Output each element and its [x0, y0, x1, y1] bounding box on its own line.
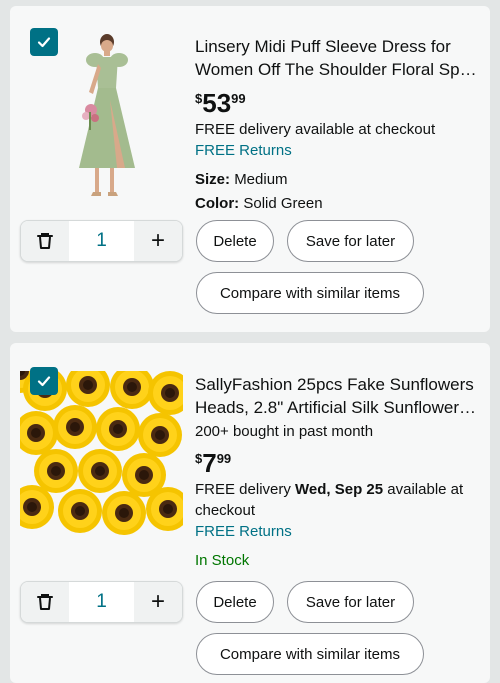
item-select-checkbox[interactable] — [30, 367, 58, 395]
trash-icon — [37, 233, 53, 249]
stock-status: In Stock — [195, 552, 250, 569]
color-label: Color: — [195, 195, 240, 212]
checkmark-icon — [37, 37, 51, 48]
plus-icon: + — [150, 588, 165, 615]
price-fraction: 99 — [231, 91, 246, 106]
plus-icon: + — [150, 227, 165, 254]
price-symbol: $ — [195, 91, 203, 106]
item-select-checkbox[interactable] — [30, 28, 58, 56]
quantity-stepper: 1 + — [20, 220, 183, 262]
price-whole: 53 — [202, 88, 232, 118]
size-label: Size: — [195, 171, 231, 188]
product-price: $ 53 99 — [195, 89, 480, 117]
delivery-info: FREE delivery Wed, Sep 25 available at c… — [195, 479, 480, 521]
delete-quantity-button[interactable] — [21, 221, 69, 261]
product-title[interactable]: Linsery Midi Puff Sleeve Dress for Women… — [195, 35, 480, 81]
delivery-info: FREE delivery available at checkout — [195, 121, 436, 138]
price-fraction: 99 — [216, 451, 232, 466]
increase-quantity-button[interactable]: + — [134, 582, 182, 622]
size-line: Size: Medium — [195, 169, 480, 190]
size-value: Medium — [234, 171, 288, 188]
quantity-value: 1 — [96, 230, 107, 251]
delivery-prefix: FREE delivery — [195, 481, 296, 498]
compare-similar-button[interactable]: Compare with similar items — [196, 272, 424, 314]
cart-item-card: SallyFashion 25pcs Fake Sunflowers Heads… — [10, 343, 490, 683]
product-image-sunflowers[interactable] — [20, 371, 183, 535]
product-title[interactable]: SallyFashion 25pcs Fake Sunflowers Heads… — [195, 373, 480, 419]
product-image-dress[interactable] — [65, 30, 145, 200]
quantity-value: 1 — [96, 591, 107, 612]
item-details: Linsery Midi Puff Sleeve Dress for Women… — [195, 35, 480, 214]
color-value: Solid Green — [243, 195, 323, 212]
free-returns-link[interactable]: FREE Returns — [195, 521, 480, 542]
price-whole: 7 — [202, 448, 217, 478]
trash-icon — [37, 594, 53, 610]
save-for-later-button[interactable]: Save for later — [287, 220, 414, 262]
cart-item-card: Linsery Midi Puff Sleeve Dress for Women… — [10, 6, 490, 332]
delete-quantity-button[interactable] — [21, 582, 69, 622]
save-for-later-button[interactable]: Save for later — [287, 581, 414, 623]
price-symbol: $ — [195, 451, 203, 466]
checkmark-icon — [37, 376, 51, 387]
purchase-count: 200+ bought in past month — [195, 423, 374, 440]
delivery-date: Wed, Sep 25 — [295, 481, 384, 498]
delete-button[interactable]: Delete — [196, 220, 274, 262]
quantity-stepper: 1 + — [20, 581, 183, 623]
free-returns-link[interactable]: FREE Returns — [195, 140, 480, 161]
compare-similar-button[interactable]: Compare with similar items — [196, 633, 424, 675]
delete-button[interactable]: Delete — [196, 581, 274, 623]
color-line: Color: Solid Green — [195, 193, 480, 214]
product-price: $ 7 99 — [195, 449, 480, 477]
item-details: SallyFashion 25pcs Fake Sunflowers Heads… — [195, 373, 480, 571]
increase-quantity-button[interactable]: + — [134, 221, 182, 261]
